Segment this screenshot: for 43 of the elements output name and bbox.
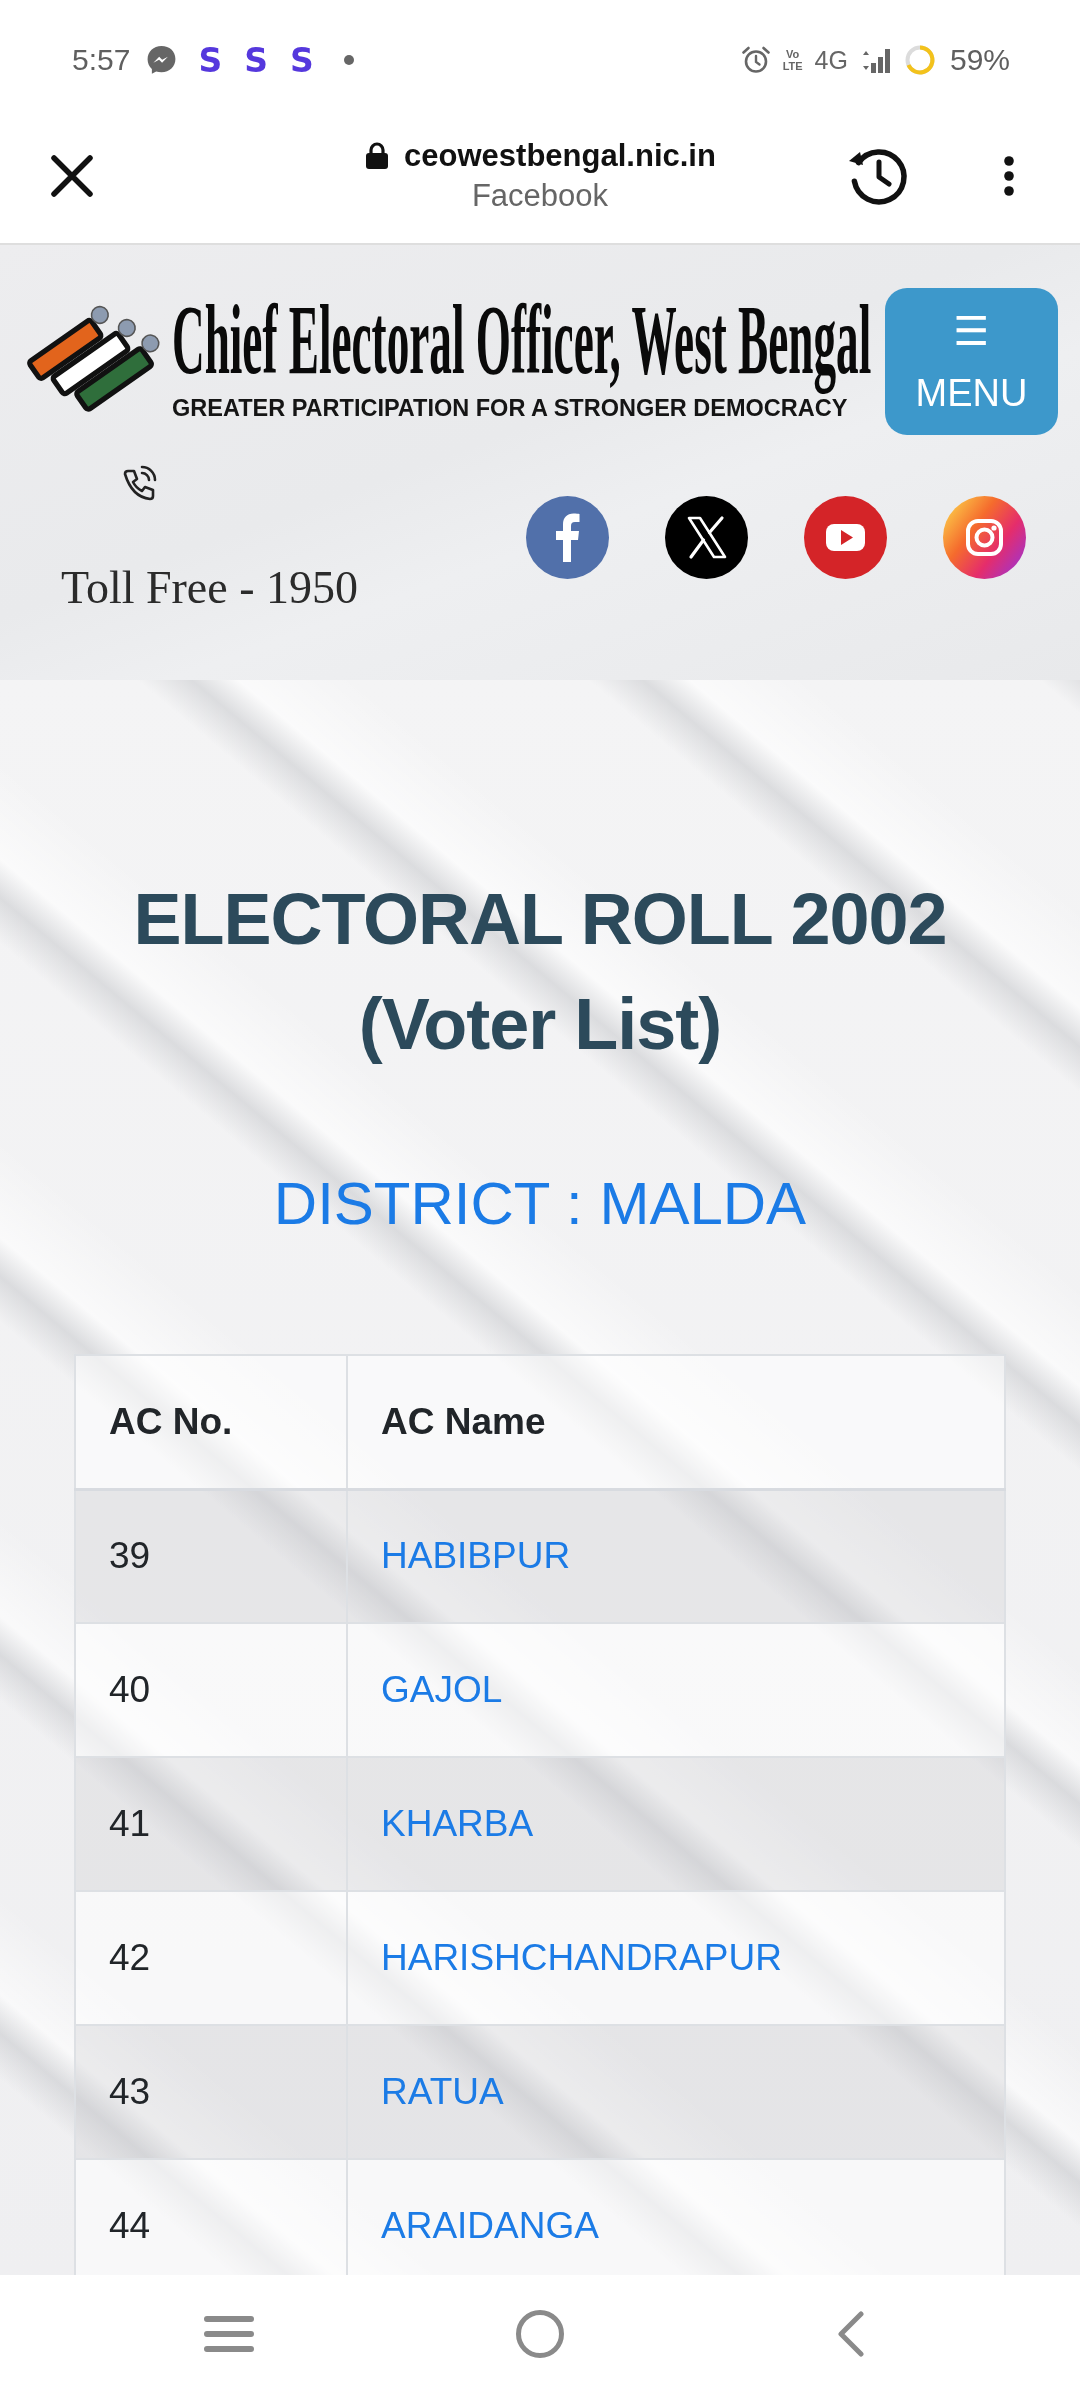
more-options-icon[interactable] (1002, 155, 1016, 196)
lock-icon (364, 141, 391, 170)
notification-icon: S (289, 43, 314, 77)
recent-apps-icon[interactable] (203, 2313, 255, 2354)
volte-label: Vo LTE (782, 48, 803, 72)
table-cell: 41 (75, 1757, 347, 1891)
constituency-link[interactable]: GAJOL (381, 1669, 503, 1710)
referrer-text: Facebook (471, 176, 609, 215)
back-icon[interactable] (836, 2310, 866, 2357)
toll-free-number: Toll Free - 1950 (61, 561, 358, 615)
constituency-link[interactable]: KHARBA (381, 1803, 534, 1844)
column-header: AC Name (347, 1355, 1005, 1489)
site-tagline: GREATER PARTICIPATION FOR A STRONGER DEMOCRACY (172, 394, 848, 422)
instagram-icon[interactable] (943, 496, 1026, 579)
notification-icon: S (198, 43, 223, 77)
status-time: 5:57 (72, 43, 131, 77)
x-icon[interactable] (665, 496, 748, 579)
table-cell: 44 (75, 2159, 347, 2275)
constituency-link[interactable]: HABIBPUR (381, 1535, 571, 1577)
alarm-icon (740, 45, 771, 75)
home-icon[interactable] (515, 2308, 565, 2359)
facebook-icon[interactable] (526, 496, 609, 579)
close-icon[interactable] (50, 153, 94, 198)
youtube-icon[interactable] (804, 496, 887, 579)
network-type: 4G (814, 45, 848, 75)
constituency-link[interactable]: HARISHCHANDRAPUR (381, 1937, 782, 1978)
constituency-link[interactable]: ARAIDANGA (381, 2205, 599, 2246)
chat-bubble-icon (147, 45, 177, 75)
table-cell: 40 (75, 1623, 347, 1757)
district-heading: DISTRICT : MALDA (272, 1169, 808, 1239)
table-cell: 43 (75, 2025, 347, 2159)
menu-button[interactable]: ☰ MENU (885, 288, 1058, 435)
page-title: ELECTORAL ROLL 2002 (Voter List) (132, 878, 948, 1066)
constituency-link[interactable]: RATUA (381, 2071, 504, 2112)
notification-icon: S (244, 43, 268, 77)
battery-percent: 59% (949, 43, 1010, 77)
page-url[interactable]: ceowestbengal.nic.in (404, 137, 716, 174)
battery-icon (903, 44, 936, 76)
dot-icon (343, 55, 354, 65)
table-cell: 39 (75, 1489, 347, 1623)
column-header: AC No. (75, 1355, 347, 1489)
table-cell: 42 (75, 1891, 347, 2025)
menu-icon: ☰ (953, 306, 990, 355)
